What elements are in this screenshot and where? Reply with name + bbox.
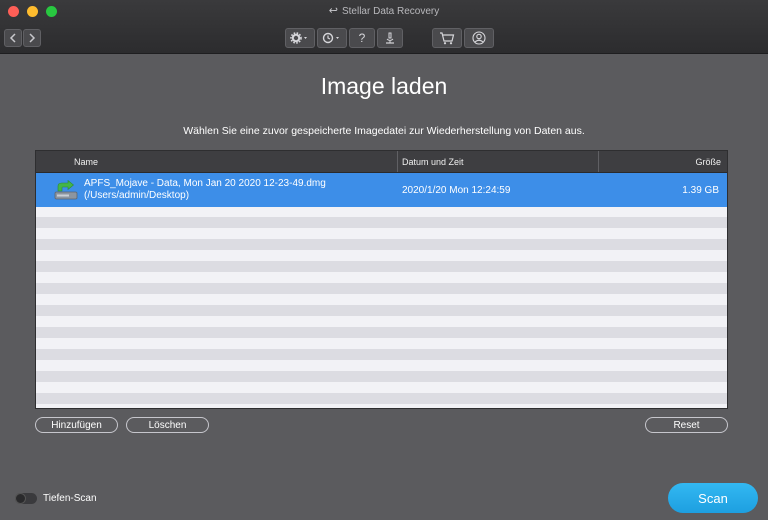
analysis-button[interactable]	[377, 28, 403, 48]
file-path: (/Users/admin/Desktop)	[84, 190, 190, 201]
cart-icon	[440, 31, 455, 44]
main-toolbar: ?	[285, 28, 403, 48]
navigation-buttons	[4, 29, 41, 47]
help-icon: ?	[358, 31, 366, 45]
help-button[interactable]: ?	[349, 28, 375, 48]
file-name: APFS_Mojave - Data, Mon Jan 20 2020 12-2…	[84, 178, 326, 202]
title-bar: ↩ Stellar Data Recovery ?	[0, 0, 768, 54]
file-name-primary: APFS_Mojave - Data, Mon Jan 20 2020 12-2…	[84, 178, 326, 189]
scan-button[interactable]: Scan	[668, 483, 758, 513]
microscope-icon	[386, 32, 394, 44]
chevron-right-icon	[29, 33, 36, 43]
add-button[interactable]: Hinzufügen	[35, 417, 118, 433]
user-button[interactable]	[464, 28, 494, 48]
column-header-size[interactable]: Größe	[599, 151, 727, 172]
disk-image-icon	[54, 180, 78, 200]
history-button[interactable]	[317, 28, 347, 48]
image-file-table: Name Datum und Zeit Größe APFS_Mojave - …	[35, 150, 728, 409]
deep-scan-toggle[interactable]	[15, 493, 37, 504]
back-button[interactable]	[4, 29, 22, 47]
window-title-text: Stellar Data Recovery	[341, 6, 440, 17]
user-icon	[472, 31, 486, 45]
page-subtitle: Wählen Sie eine zuvor gespeicherte Image…	[183, 125, 585, 137]
window-title: ↩ Stellar Data Recovery	[0, 4, 768, 17]
reset-button[interactable]: Reset	[645, 417, 728, 433]
table-header: Name Datum und Zeit Größe	[36, 151, 727, 173]
cart-button[interactable]	[432, 28, 462, 48]
account-toolbar	[432, 28, 494, 48]
back-arrow-icon: ↩	[328, 5, 338, 17]
file-date-cell: 2020/1/20 Mon 12:24:59	[402, 184, 511, 196]
settings-button[interactable]	[285, 28, 315, 48]
page-title: Image laden	[320, 73, 448, 99]
chevron-left-icon	[9, 33, 16, 43]
delete-button[interactable]: Löschen	[126, 417, 209, 433]
file-size-cell: 1.39 GB	[682, 184, 719, 196]
forward-button[interactable]	[23, 29, 41, 47]
deep-scan-label: Tiefen-Scan	[43, 493, 97, 504]
settings-icon	[290, 32, 307, 44]
table-row[interactable]: APFS_Mojave - Data, Mon Jan 20 2020 12-2…	[36, 173, 727, 207]
deep-scan-option: Tiefen-Scan	[15, 493, 97, 504]
column-header-date[interactable]: Datum und Zeit	[398, 151, 599, 172]
toggle-knob	[15, 493, 26, 504]
column-header-name[interactable]: Name	[36, 151, 398, 172]
file-name-cell: APFS_Mojave - Data, Mon Jan 20 2020 12-2…	[36, 178, 398, 202]
history-icon	[322, 32, 339, 44]
